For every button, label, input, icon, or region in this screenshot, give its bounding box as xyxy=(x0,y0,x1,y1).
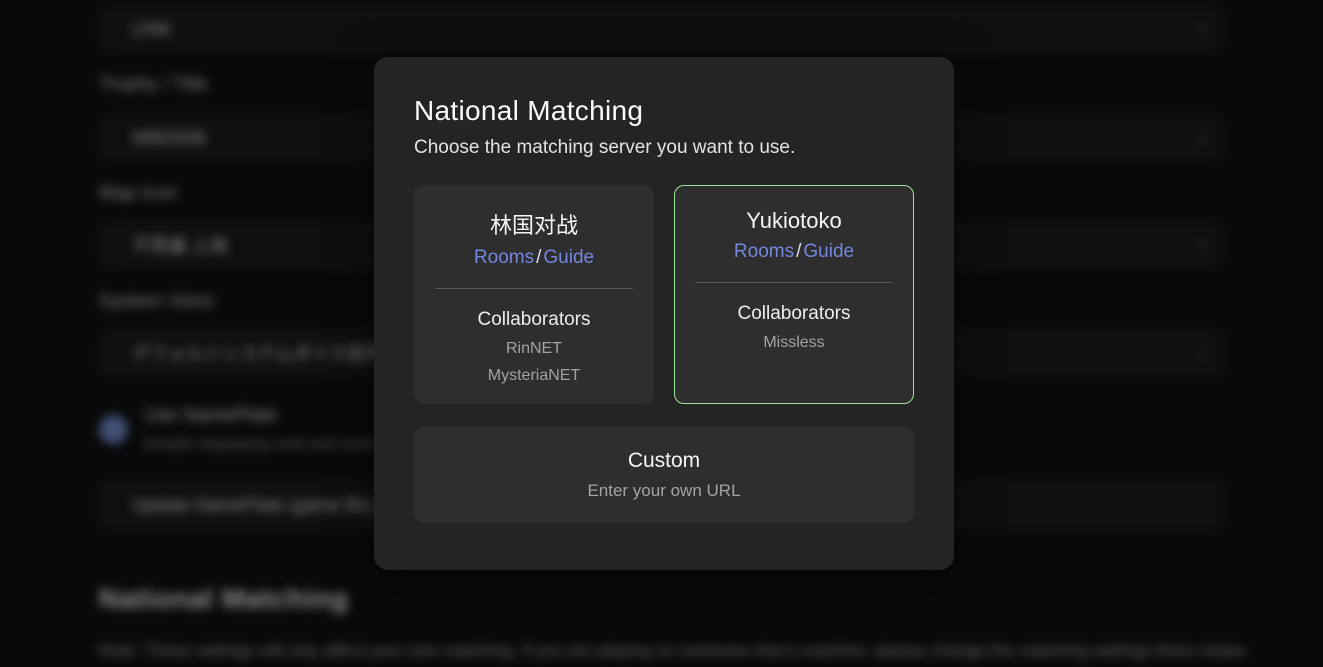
server-name: 林国对战 xyxy=(431,208,637,240)
custom-server-card[interactable]: Custom Enter your own URL xyxy=(414,427,914,523)
guide-link[interactable]: Guide xyxy=(543,247,594,268)
collaborators-title: Collaborators xyxy=(431,309,637,331)
server-card-linguo[interactable]: 林国对战 Rooms/Guide Collaborators RinNET My… xyxy=(414,185,654,404)
server-links: Rooms/Guide xyxy=(691,241,897,263)
collaborator-name: RinNET xyxy=(431,340,637,358)
rooms-link[interactable]: Rooms xyxy=(734,241,794,262)
server-name: Yukiotoko xyxy=(691,208,897,234)
server-grid: 林国对战 Rooms/Guide Collaborators RinNET My… xyxy=(414,185,914,404)
collaborator-name: MysteriaNET xyxy=(431,367,637,385)
link-separator: / xyxy=(534,247,543,268)
modal-subtitle: Choose the matching server you want to u… xyxy=(414,137,914,159)
collaborator-name: Missless xyxy=(691,334,897,352)
guide-link[interactable]: Guide xyxy=(803,241,854,262)
card-divider xyxy=(435,288,633,289)
card-divider xyxy=(695,282,893,283)
server-card-yukiotoko[interactable]: Yukiotoko Rooms/Guide Collaborators Miss… xyxy=(674,185,914,404)
server-links: Rooms/Guide xyxy=(431,247,637,269)
national-matching-modal: National Matching Choose the matching se… xyxy=(374,57,954,570)
custom-card-title: Custom xyxy=(628,449,700,473)
rooms-link[interactable]: Rooms xyxy=(474,247,534,268)
link-separator: / xyxy=(794,241,803,262)
modal-title: National Matching xyxy=(414,95,914,127)
collaborators-title: Collaborators xyxy=(691,303,897,325)
custom-card-subtitle: Enter your own URL xyxy=(587,481,740,501)
